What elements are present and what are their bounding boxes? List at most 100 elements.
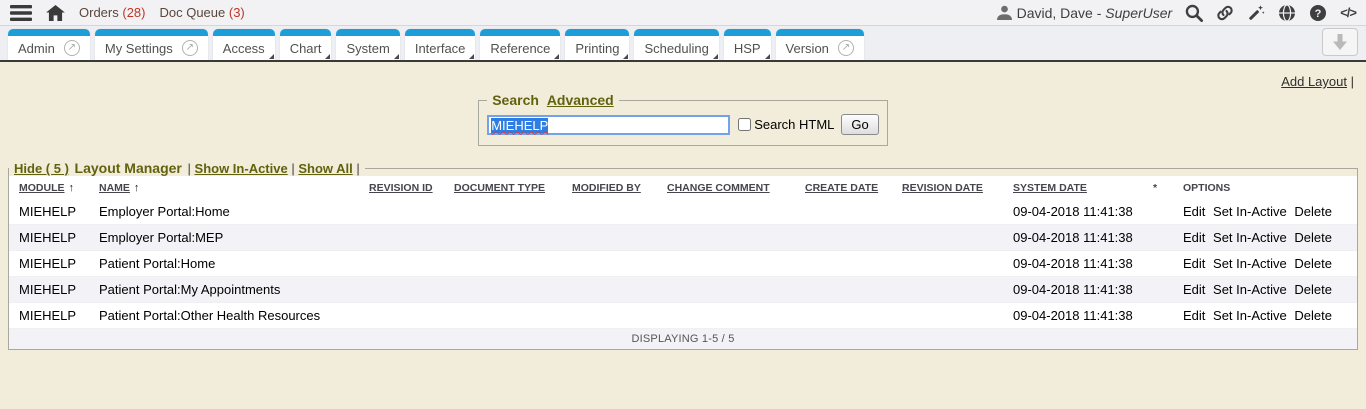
tab-admin[interactable]: Admin ↗ (8, 29, 90, 60)
cell-module: MIEHELP (9, 303, 89, 329)
layout-manager-legend: Hide ( 5 ) Layout Manager | Show In-Acti… (9, 160, 365, 176)
delete-link[interactable]: Delete (1294, 256, 1332, 271)
tab-printing[interactable]: Printing (565, 29, 629, 60)
top-bar: Orders (28) Doc Queue (3) David, Dave - … (0, 0, 1366, 26)
cell-options: Edit Set In-Active Delete (1173, 303, 1357, 329)
col-header-module: MODULE↑ (9, 176, 89, 199)
cell-options: Edit Set In-Active Delete (1173, 225, 1357, 251)
edit-link[interactable]: Edit (1183, 308, 1205, 323)
tab-interface[interactable]: Interface (405, 29, 476, 60)
col-header-document-type: DOCUMENT TYPE (444, 176, 562, 199)
separator: | (1351, 74, 1354, 89)
search-title: Search (492, 92, 539, 108)
page-content: Add Layout | Search Advanced MIEHELP Sea… (0, 62, 1366, 350)
cell-system-date: 09-04-2018 11:41:38 (1003, 199, 1143, 225)
open-in-new-icon[interactable]: ↗ (182, 40, 198, 56)
paging-status: DISPLAYING 1-5 / 5 (9, 329, 1357, 350)
set-inactive-link[interactable]: Set In-Active (1213, 282, 1287, 297)
edit-link[interactable]: Edit (1183, 256, 1205, 271)
tab-hsp[interactable]: HSP (724, 29, 771, 60)
delete-link[interactable]: Delete (1294, 204, 1332, 219)
set-inactive-link[interactable]: Set In-Active (1213, 204, 1287, 219)
hamburger-menu-icon[interactable] (10, 5, 32, 21)
current-user: David, Dave - SuperUser (997, 5, 1173, 21)
col-header-name: NAME↑ (89, 176, 359, 199)
col-header-change-comment: CHANGE COMMENT (657, 176, 795, 199)
globe-icon[interactable] (1278, 4, 1296, 22)
tab-chart[interactable]: Chart (280, 29, 332, 60)
cell-options: Edit Set In-Active Delete (1173, 251, 1357, 277)
magic-wand-icon[interactable] (1247, 4, 1265, 22)
arrow-down-icon (1331, 34, 1349, 50)
table-row: MIEHELP Employer Portal:MEP 09-04-2018 1… (9, 225, 1357, 251)
link-icon[interactable] (1216, 4, 1234, 22)
sort-asc-icon: ↑ (69, 182, 75, 194)
layout-manager-panel: Hide ( 5 ) Layout Manager | Show In-Acti… (8, 160, 1358, 350)
cell-module: MIEHELP (9, 277, 89, 303)
cell-name: Employer Portal:MEP (89, 225, 359, 251)
col-header-system-date: SYSTEM DATE (1003, 176, 1143, 199)
doc-queue-link[interactable]: Doc Queue (3) (159, 5, 244, 20)
edit-link[interactable]: Edit (1183, 230, 1205, 245)
tab-system[interactable]: System (336, 29, 399, 60)
cell-name: Patient Portal:My Appointments (89, 277, 359, 303)
selected-search-text: MIEHELP (491, 118, 548, 133)
col-header-revision-id: REVISION ID (359, 176, 444, 199)
layout-manager-table: MODULE↑ NAME↑ REVISION ID DOCUMENT TYPE … (9, 176, 1357, 349)
delete-link[interactable]: Delete (1294, 282, 1332, 297)
add-layout-link[interactable]: Add Layout (1281, 74, 1347, 89)
cell-system-date: 09-04-2018 11:41:38 (1003, 251, 1143, 277)
col-header-modified-by: MODIFIED BY (562, 176, 657, 199)
table-footer-row: DISPLAYING 1-5 / 5 (9, 329, 1357, 350)
cell-options: Edit Set In-Active Delete (1173, 199, 1357, 225)
tab-scheduling[interactable]: Scheduling (634, 29, 718, 60)
collapse-toolbar-button[interactable] (1322, 28, 1358, 56)
sort-asc-icon: ↑ (134, 182, 140, 194)
search-icon[interactable] (1185, 4, 1203, 22)
search-html-checkbox[interactable] (738, 118, 751, 131)
advanced-search-link[interactable]: Advanced (547, 92, 614, 108)
search-input[interactable]: MIEHELP (487, 115, 730, 135)
cell-name: Patient Portal:Other Health Resources (89, 303, 359, 329)
table-row: MIEHELP Patient Portal:Home 09-04-2018 1… (9, 251, 1357, 277)
open-in-new-icon[interactable]: ↗ (838, 40, 854, 56)
table-row: MIEHELP Patient Portal:My Appointments 0… (9, 277, 1357, 303)
delete-link[interactable]: Delete (1294, 230, 1332, 245)
doc-queue-count-badge: (3) (229, 5, 245, 20)
svg-text:?: ? (1315, 8, 1322, 20)
search-panel: Search Advanced MIEHELP Search HTML Go (478, 92, 888, 146)
orders-link[interactable]: Orders (28) (79, 5, 145, 20)
delete-link[interactable]: Delete (1294, 308, 1332, 323)
edit-link[interactable]: Edit (1183, 204, 1205, 219)
user-role: SuperUser (1105, 5, 1172, 21)
tab-reference[interactable]: Reference (480, 29, 560, 60)
show-inactive-link[interactable]: Show In-Active (195, 161, 288, 176)
code-icon[interactable]: </> (1340, 5, 1356, 20)
cell-module: MIEHELP (9, 199, 89, 225)
go-button[interactable]: Go (841, 114, 878, 135)
set-inactive-link[interactable]: Set In-Active (1213, 256, 1287, 271)
set-inactive-link[interactable]: Set In-Active (1213, 308, 1287, 323)
edit-link[interactable]: Edit (1183, 282, 1205, 297)
hide-link[interactable]: Hide ( 5 ) (14, 161, 69, 176)
show-all-link[interactable]: Show All (298, 161, 352, 176)
table-header-row: MODULE↑ NAME↑ REVISION ID DOCUMENT TYPE … (9, 176, 1357, 199)
cell-system-date: 09-04-2018 11:41:38 (1003, 225, 1143, 251)
tab-my-settings[interactable]: My Settings ↗ (95, 29, 208, 60)
set-inactive-link[interactable]: Set In-Active (1213, 230, 1287, 245)
main-nav-tabstrip: Admin ↗ My Settings ↗ Access Chart Syste… (0, 26, 1366, 62)
search-legend: Search Advanced (487, 92, 619, 108)
cell-module: MIEHELP (9, 251, 89, 277)
open-in-new-icon[interactable]: ↗ (64, 40, 80, 56)
user-avatar-icon (997, 5, 1012, 20)
tab-version[interactable]: Version ↗ (776, 29, 864, 60)
home-icon[interactable] (46, 5, 65, 21)
add-layout-row: Add Layout | (0, 74, 1366, 92)
cell-system-date: 09-04-2018 11:41:38 (1003, 277, 1143, 303)
cell-module: MIEHELP (9, 225, 89, 251)
col-header-create-date: CREATE DATE (795, 176, 892, 199)
col-header-options: OPTIONS (1173, 176, 1357, 199)
help-icon[interactable]: ? (1309, 4, 1327, 22)
cell-options: Edit Set In-Active Delete (1173, 277, 1357, 303)
tab-access[interactable]: Access (213, 29, 275, 60)
